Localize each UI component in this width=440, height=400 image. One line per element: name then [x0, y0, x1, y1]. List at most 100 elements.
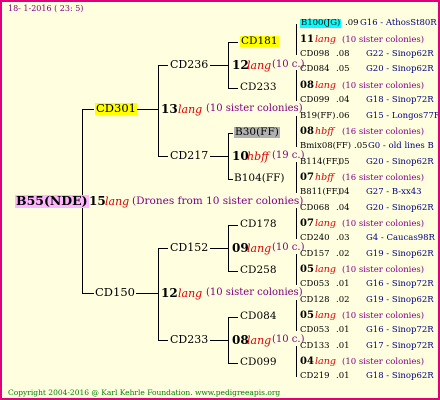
gen3-queen: B30(FF): [234, 126, 280, 138]
connector-line: [296, 70, 297, 101]
gen4-year: .06: [336, 111, 350, 121]
gen4-queen: CD053: [300, 279, 330, 289]
connector-line: [158, 340, 168, 341]
gen0-year: 15: [89, 194, 106, 208]
connector-line: [228, 42, 238, 43]
gen3-year: 04: [300, 356, 314, 367]
gen4-drone-line: G18 - Sinop72R: [366, 95, 434, 105]
gen3-year: 05: [300, 310, 314, 321]
gen3-note: (10 sister colonies): [342, 81, 425, 91]
gen3-note: (10 sister colonies): [342, 265, 425, 275]
gen3-queen: CD181: [240, 35, 279, 47]
gen3-note: (10 sister colonies): [342, 357, 425, 367]
gen3-note: (16 sister colonies): [342, 127, 425, 137]
gen3-queen: CD233: [240, 81, 277, 93]
gen3-queen: B104(FF): [234, 172, 285, 184]
gen1-note: (10 sister colonies): [206, 287, 303, 298]
gen4-queen: B100(JG): [300, 18, 342, 28]
connector-line: [228, 317, 238, 318]
connector-line: [158, 156, 168, 157]
gen4-queen: Bmix08(FF): [300, 141, 352, 151]
connector-line: [210, 248, 228, 249]
gen4-drone-line: G20 - Sinop62R: [366, 64, 434, 74]
gen3-year: 07: [300, 172, 314, 183]
connector-line: [296, 300, 297, 331]
gen4-year: .05: [336, 157, 350, 167]
gen4-queen: CD053: [300, 325, 330, 335]
gen1-strain: lang: [178, 103, 203, 116]
gen2-queen: CD233: [170, 333, 209, 346]
connector-line: [228, 363, 238, 364]
gen3-strain: lang: [315, 310, 336, 321]
gen0-note: (Drones from 10 sister colonies): [132, 195, 304, 207]
gen3-strain: lang: [315, 218, 336, 229]
gen1-queen: CD150: [95, 285, 135, 299]
gen4-year: .01: [336, 371, 350, 381]
gen4-queen: CD068: [300, 203, 330, 213]
connector-line: [228, 271, 238, 272]
gen3-note: (10 sister colonies): [342, 219, 425, 229]
gen4-drone-line: G20 - Sinop62R: [366, 203, 434, 213]
connector-line: [210, 156, 228, 157]
gen2-queen: CD236: [170, 58, 209, 71]
gen4-drone-line: G17 - Sinop72R: [366, 341, 434, 351]
gen4-queen: CD219: [300, 371, 330, 381]
date-stamp: 18- 1-2016 ( 23: 5): [8, 4, 84, 13]
gen4-queen: CD133: [300, 341, 330, 351]
connector-line: [296, 24, 297, 55]
gen4-year: .01: [336, 325, 350, 335]
connector-line: [228, 42, 229, 88]
gen4-drone-line: G15 - Longos77R: [366, 111, 440, 121]
gen3-year: 05: [300, 264, 314, 275]
gen4-year: .05: [336, 64, 350, 74]
gen3-year: 08: [300, 126, 314, 137]
gen1-year: 12: [161, 286, 178, 300]
gen3-strain: lang: [315, 80, 336, 91]
gen2-strain: hbff: [247, 150, 269, 163]
gen4-queen: B19(FF): [300, 111, 336, 121]
gen3-note: (10 sister colonies): [342, 35, 425, 45]
gen1-strain: lang: [178, 287, 203, 300]
gen3-year: 08: [300, 80, 314, 91]
gen3-queen: CD178: [240, 218, 277, 230]
connector-line: [210, 340, 228, 341]
connector-line: [136, 109, 158, 110]
gen4-drone-line: G18 - Sinop62R: [366, 371, 434, 381]
gen3-queen: CD099: [240, 356, 277, 368]
gen2-queen: CD152: [170, 241, 209, 254]
gen4-drone-line: G20 - Sinop62R: [366, 157, 434, 167]
gen2-queen: CD217: [170, 149, 209, 162]
gen4-year: .04: [336, 203, 350, 213]
gen4-year: .03: [336, 233, 350, 243]
gen3-strain: hbff: [315, 172, 334, 183]
gen3-year: 11: [300, 34, 314, 45]
gen4-queen: CD084: [300, 64, 330, 74]
gen4-drone-line: G27 - B-xx43: [366, 187, 422, 197]
gen4-queen: CD128: [300, 295, 330, 305]
gen3-strain: hbff: [315, 126, 334, 137]
gen3-strain: lang: [315, 34, 336, 45]
gen4-drone-line: G16 - Sinop72R: [366, 279, 434, 289]
connector-line: [82, 109, 94, 110]
gen1-year: 13: [161, 102, 178, 116]
gen3-queen: CD084: [240, 310, 277, 322]
connector-line: [228, 225, 229, 271]
gen4-year: .09: [345, 18, 359, 28]
connector-line: [158, 248, 159, 340]
gen4-drone-line: G19 - Sinop62R: [366, 295, 434, 305]
gen4-year: .04: [336, 187, 350, 197]
pedigree-frame: { "header": {"date": "18- 1-2016 ( 23: 5…: [0, 0, 440, 400]
connector-line: [158, 65, 159, 156]
gen1-queen: CD301: [95, 101, 137, 115]
gen4-queen: CD240: [300, 233, 330, 243]
connector-line: [296, 254, 297, 285]
gen1-note: (10 sister colonies): [206, 103, 303, 114]
gen4-year: .02: [336, 249, 350, 259]
gen4-drone-line: G0 - old lines B: [368, 141, 434, 151]
gen4-drone-line: G19 - Sinop62R: [366, 249, 434, 259]
gen4-drone-line: G16 - AthosSt80R: [360, 18, 437, 28]
gen0-queen: B55(NDE): [15, 193, 89, 208]
connector-line: [228, 225, 238, 226]
gen4-year: .05: [354, 141, 368, 151]
gen2-strain: lang: [247, 59, 272, 72]
